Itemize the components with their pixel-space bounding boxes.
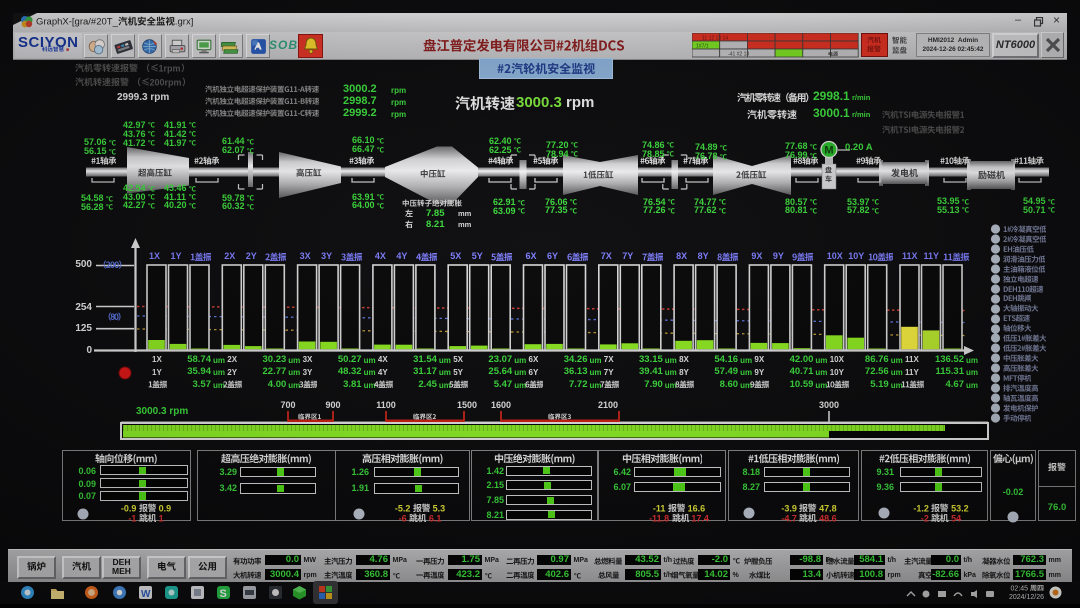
svg-text:S: S <box>220 588 227 600</box>
svg-text:W: W <box>141 589 151 600</box>
